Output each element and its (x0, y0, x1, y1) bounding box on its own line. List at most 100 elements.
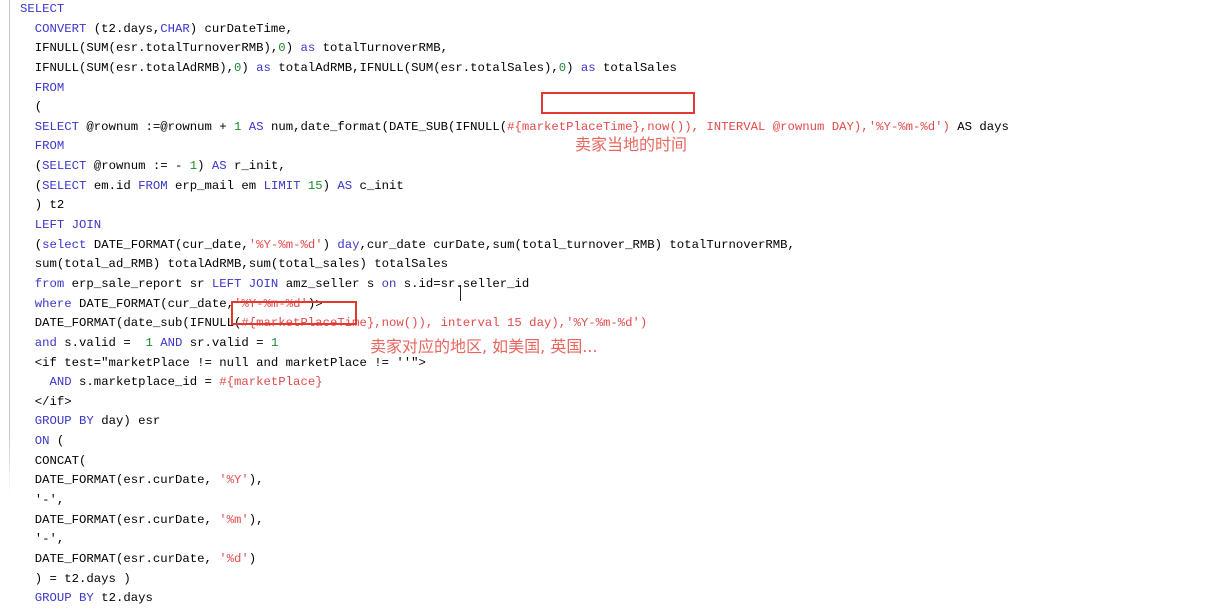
code-token: erp_mail em (167, 178, 264, 193)
code-token: ON (34, 434, 50, 449)
code-token: sum(total_ad_RMB) totalAdRMB,sum(total_s… (34, 257, 449, 272)
code-line: </if> (20, 393, 1210, 413)
code-token: ( (49, 434, 65, 449)
code-token: totalAdRMB,IFNULL(SUM(esr.totalSales), (270, 60, 559, 75)
sql-code-block[interactable]: SELECT CONVERT (t2.days,CHAR) curDateTim… (20, 0, 1210, 609)
code-token: '%d' (219, 551, 249, 566)
code-token: from (34, 276, 65, 291)
code-line: IFNULL(SUM(esr.totalAdRMB),0) as totalAd… (20, 59, 1210, 79)
code-token: )> (307, 296, 323, 311)
code-token: '-', (34, 493, 65, 508)
code-token: CONCAT( (34, 453, 87, 468)
code-token: AS days (957, 119, 1009, 134)
code-line: '-', (20, 491, 1210, 511)
code-line: CONVERT (t2.days,CHAR) curDateTime, (20, 20, 1210, 40)
code-line: (SELECT @rownum := - 1) AS r_init, (20, 157, 1210, 177)
code-token: totalTurnoverRMB, (315, 41, 449, 56)
code-token: ) (322, 178, 338, 193)
code-token: 1 (270, 335, 279, 350)
code-token: </if> (34, 394, 72, 409)
code-token: '-', (34, 532, 65, 547)
code-token: SELECT (42, 159, 87, 174)
code-line: IFNULL(SUM(esr.totalTurnoverRMB),0) as t… (20, 39, 1210, 59)
code-line: (SELECT em.id FROM erp_mail em LIMIT 15)… (20, 177, 1210, 197)
code-token: DATE_FORMAT(esr.curDate, (34, 512, 220, 527)
left-gutter-rule (9, 0, 10, 495)
code-token: AND (160, 335, 183, 350)
code-line: from erp_sale_report sr LEFT JOIN amz_se… (20, 275, 1210, 295)
code-line: DATE_FORMAT(esr.curDate, '%Y'), (20, 471, 1210, 491)
code-token: on (381, 276, 397, 291)
code-token: s.valid = (56, 335, 146, 350)
code-token: s.marketplace_id = (71, 375, 220, 390)
code-token: SELECT (20, 2, 65, 16)
code-token: @rownum :=@rownum + (79, 119, 235, 134)
text-caret (460, 285, 461, 301)
code-token: '%m' (219, 512, 249, 527)
code-token: #{marketPlace} (219, 375, 323, 390)
code-token: ) (197, 159, 212, 174)
code-token: #{marketPlaceTime},now()), interval 15 d… (241, 316, 648, 331)
code-token: '%Y-%m-%d' (248, 237, 323, 252)
code-token: ) (566, 60, 581, 75)
code-token: as (256, 60, 271, 75)
code-token: SELECT (34, 119, 80, 134)
code-token: DATE_FORMAT(cur_date, (71, 296, 235, 311)
code-line: ) t2 (20, 196, 1210, 216)
code-token: GROUP BY (34, 591, 94, 606)
code-line: ( (20, 98, 1210, 118)
code-token: ) t2 (34, 198, 65, 213)
code-token: ) (248, 551, 257, 566)
code-token: LIMIT (263, 178, 301, 193)
code-token: DATE_FORMAT(esr.curDate, (34, 473, 220, 488)
code-token: s.id=sr.seller_id (396, 276, 530, 291)
code-token: t2.days (93, 591, 153, 606)
code-token: select (42, 237, 87, 252)
code-line: DATE_FORMAT(esr.curDate, '%d') (20, 550, 1210, 570)
code-token: (t2.days, (86, 21, 161, 36)
code-token: DATE_FORMAT(esr.curDate, (34, 551, 220, 566)
code-token: c_init (352, 178, 404, 193)
code-line: ON ( (20, 432, 1210, 452)
code-token: AND (49, 375, 72, 390)
code-token: 1 (145, 335, 153, 350)
code-line: DATE_FORMAT(date_sub(IFNULL(#{marketPlac… (20, 314, 1210, 334)
code-line: where DATE_FORMAT(cur_date,'%Y-%m-%d')> (20, 295, 1210, 315)
code-token: as (580, 60, 596, 75)
code-token: FROM (138, 178, 168, 193)
code-line: CONCAT( (20, 452, 1210, 472)
code-token: LEFT JOIN (34, 218, 102, 233)
code-line: GROUP BY day) esr (20, 412, 1210, 432)
code-token: where (34, 296, 72, 311)
code-token: ,cur_date curDate,sum(total_turnover_RMB… (359, 237, 795, 252)
code-line: DATE_FORMAT(esr.curDate, '%m'), (20, 511, 1210, 531)
code-token: AS (337, 178, 353, 193)
code-token: ) (241, 60, 257, 75)
code-token: num,date_format(DATE_SUB(IFNULL( (263, 119, 508, 134)
code-line: FROM (20, 79, 1210, 99)
code-token: AS (248, 119, 264, 134)
code-token: ( (34, 100, 43, 115)
